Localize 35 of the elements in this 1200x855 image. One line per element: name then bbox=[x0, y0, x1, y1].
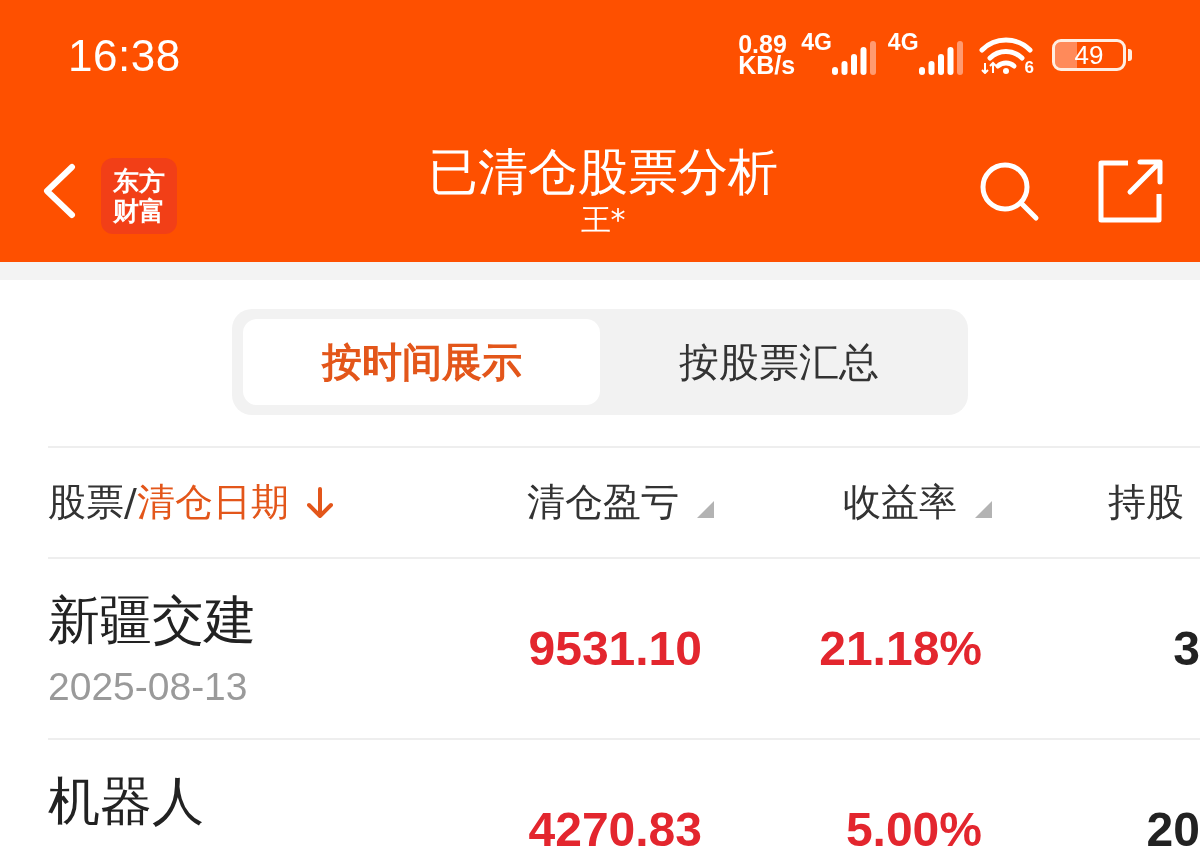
logo-text: 财富 bbox=[113, 196, 165, 226]
column-header[interactable]: 股票/清仓日期 bbox=[48, 477, 289, 528]
network-speed-value: 0.89 bbox=[738, 34, 787, 55]
page-title: 已清仓股票分析 bbox=[428, 142, 778, 202]
stock-name[interactable]: 新疆交建 bbox=[48, 591, 470, 649]
wifi-standard-label: 6 bbox=[1024, 60, 1034, 76]
network-type-label: 4G bbox=[801, 31, 832, 54]
signal-bars-icon bbox=[918, 41, 963, 75]
view-tab[interactable]: 按时间展示 bbox=[243, 319, 600, 405]
wifi-icon bbox=[978, 36, 1033, 74]
view-tab[interactable]: 按股票汇总 bbox=[600, 319, 958, 405]
page-subtitle: 王* bbox=[580, 202, 626, 238]
column-header[interactable]: 收益率 bbox=[843, 477, 957, 528]
profit-value: 9531.10 bbox=[528, 621, 702, 676]
holding-days-value: 3 bbox=[1173, 621, 1200, 676]
sort-down-arrow-icon[interactable] bbox=[306, 486, 333, 519]
holding-days-value: 20 bbox=[1146, 802, 1200, 855]
sort-triangle-icon[interactable] bbox=[697, 501, 714, 518]
signal-bars-icon bbox=[831, 41, 876, 75]
network-speed-unit: KB/s bbox=[738, 55, 796, 76]
search-button[interactable] bbox=[978, 160, 1040, 222]
share-button[interactable] bbox=[1096, 158, 1164, 224]
logo-text: 东方 bbox=[113, 166, 165, 196]
clear-date: 2025-08-13 bbox=[48, 667, 249, 707]
column-header[interactable]: 清仓盈亏 bbox=[527, 477, 679, 528]
clock-time: 16:38 bbox=[68, 31, 181, 81]
sort-triangle-icon[interactable] bbox=[975, 501, 992, 518]
profit-value: 4270.83 bbox=[528, 802, 702, 855]
battery-percent: 49 bbox=[1074, 42, 1104, 68]
column-header[interactable]: 持股 bbox=[1108, 477, 1184, 528]
stock-name[interactable]: 机器人 bbox=[48, 772, 470, 830]
network-type-label: 4G bbox=[887, 31, 919, 54]
return-rate-value: 5.00% bbox=[845, 802, 982, 855]
back-button[interactable] bbox=[42, 163, 76, 219]
return-rate-value: 21.18% bbox=[819, 621, 982, 676]
